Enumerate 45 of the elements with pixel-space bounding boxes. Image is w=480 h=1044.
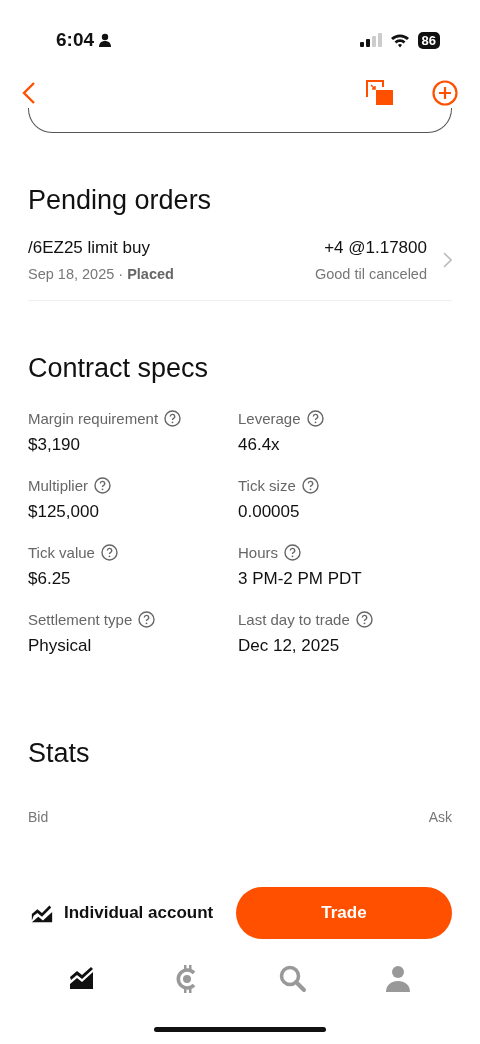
spec-value: $3,190 — [28, 435, 81, 455]
spec-value: $125,000 — [28, 502, 100, 522]
help-icon[interactable] — [100, 544, 118, 561]
exit-button[interactable] — [28, 108, 452, 133]
help-icon[interactable] — [138, 611, 156, 628]
help-icon[interactable] — [94, 477, 111, 494]
spec-value: $6.25 — [28, 569, 72, 589]
chevron-right-icon — [443, 252, 452, 268]
spec-label: Multiplier — [28, 477, 88, 494]
help-icon[interactable] — [284, 544, 301, 561]
battery-level: 86 — [417, 31, 440, 49]
help-icon[interactable] — [301, 477, 319, 494]
windows-icon[interactable] — [366, 80, 394, 106]
add-icon[interactable] — [432, 80, 458, 106]
order-quantity: +4 @1.17800 — [324, 238, 427, 258]
signal-icon — [359, 33, 382, 47]
order-date: Sep 18, 2025 · Placed — [28, 266, 175, 282]
spec-label: Settlement type — [28, 611, 133, 628]
account-name[interactable]: Individual account — [64, 903, 214, 923]
order-duration: Good til canceled — [314, 266, 427, 282]
spec-value: Dec 12, 2025 — [238, 636, 341, 656]
person-icon — [98, 33, 113, 47]
section-title: Stats — [28, 738, 91, 769]
section-title: Pending orders — [28, 185, 213, 216]
back-icon[interactable] — [22, 81, 36, 105]
spec-label: Margin requirement — [28, 410, 159, 427]
order-name: /6EZ25 limit buy — [28, 238, 151, 258]
spec-value: 0.00005 — [238, 502, 301, 522]
status-time: 6:04 — [56, 29, 95, 51]
spec-value: Physical — [28, 636, 93, 656]
spec-label: Tick size — [238, 477, 296, 494]
stat-label: Ask — [428, 809, 452, 825]
spec-label: Last day to trade — [238, 611, 350, 628]
spec-value: 46.4x — [238, 435, 281, 455]
spec-label: Hours — [238, 544, 278, 561]
stat-label: Bid — [28, 809, 49, 825]
section-title: Contract specs — [28, 353, 210, 384]
spec-label: Tick value — [28, 544, 95, 561]
spec-value: 3 PM-2 PM PDT — [238, 569, 363, 589]
help-icon[interactable] — [164, 410, 182, 427]
order-row[interactable]: /6EZ25 limit buy Sep 18, 2025 · Placed +4 @1.17800 Good til canceled — [28, 216, 452, 301]
help-icon[interactable] — [355, 611, 373, 628]
help-icon[interactable] — [306, 410, 324, 427]
wifi-icon — [389, 32, 410, 48]
spec-label: Leverage — [238, 410, 301, 427]
